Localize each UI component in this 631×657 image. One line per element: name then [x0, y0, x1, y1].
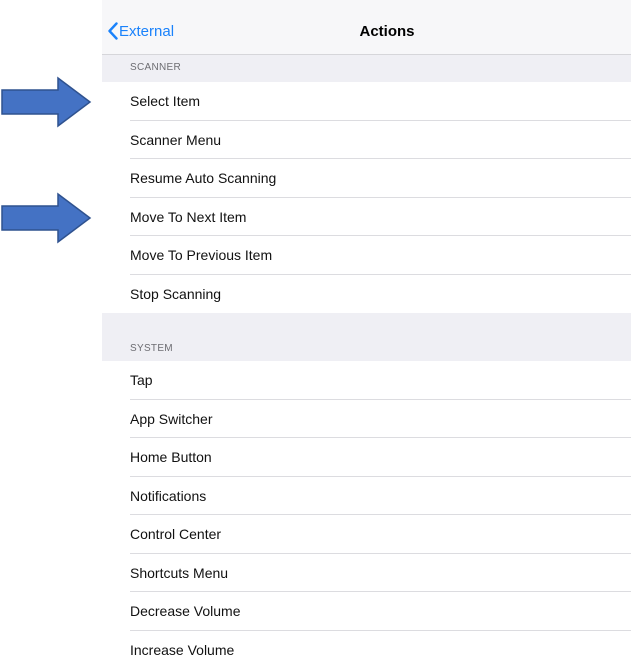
- list-item-resume-auto-scanning[interactable]: Resume Auto Scanning: [102, 159, 631, 198]
- list-item-home-button[interactable]: Home Button: [102, 438, 631, 477]
- list-item-label: Control Center: [130, 526, 222, 543]
- actions-screen: External Actions SCANNER Select Item Sca…: [102, 0, 631, 657]
- list-item-label: Increase Volume: [130, 641, 235, 657]
- list-item-scanner-menu[interactable]: Scanner Menu: [102, 121, 631, 160]
- list-item-decrease-volume[interactable]: Decrease Volume: [102, 592, 631, 631]
- list-item-label: Scanner Menu: [130, 131, 222, 148]
- list-item-select-item[interactable]: Select Item: [102, 82, 631, 121]
- list-item-move-to-next-item[interactable]: Move To Next Item: [102, 198, 631, 237]
- right-arrow-icon: [1, 76, 92, 128]
- page-title: Actions: [359, 23, 415, 40]
- list-item-tap[interactable]: Tap: [102, 361, 631, 400]
- list-item-label: Shortcuts Menu: [130, 564, 229, 581]
- system-actions-list: Tap App Switcher Home Button Notificatio…: [102, 361, 631, 657]
- right-arrow-icon: [1, 192, 92, 244]
- list-item-label: Notifications: [130, 487, 207, 504]
- list-item-label: Stop Scanning: [130, 285, 222, 302]
- scanner-actions-list: Select Item Scanner Menu Resume Auto Sca…: [102, 82, 631, 313]
- list-item-label: Decrease Volume: [130, 603, 241, 620]
- list-item-label: Home Button: [130, 449, 212, 466]
- list-item-label: Resume Auto Scanning: [130, 170, 277, 187]
- list-item-increase-volume[interactable]: Increase Volume: [102, 631, 631, 657]
- navigation-bar: External Actions: [102, 0, 631, 55]
- list-item-app-switcher[interactable]: App Switcher: [102, 400, 631, 439]
- list-item-label: App Switcher: [130, 410, 213, 427]
- list-item-control-center[interactable]: Control Center: [102, 515, 631, 554]
- list-item-label: Move To Next Item: [130, 208, 247, 225]
- list-item-notifications[interactable]: Notifications: [102, 477, 631, 516]
- list-item-stop-scanning[interactable]: Stop Scanning: [102, 275, 631, 314]
- section-header-scanner: SCANNER: [130, 62, 181, 73]
- list-item-label: Select Item: [130, 93, 201, 110]
- list-item-label: Move To Previous Item: [130, 247, 273, 264]
- list-item-move-to-previous-item[interactable]: Move To Previous Item: [102, 236, 631, 275]
- list-item-label: Tap: [130, 372, 153, 389]
- section-header-system: SYSTEM: [130, 343, 173, 354]
- list-item-shortcuts-menu[interactable]: Shortcuts Menu: [102, 554, 631, 593]
- page: External Actions SCANNER Select Item Sca…: [0, 0, 631, 657]
